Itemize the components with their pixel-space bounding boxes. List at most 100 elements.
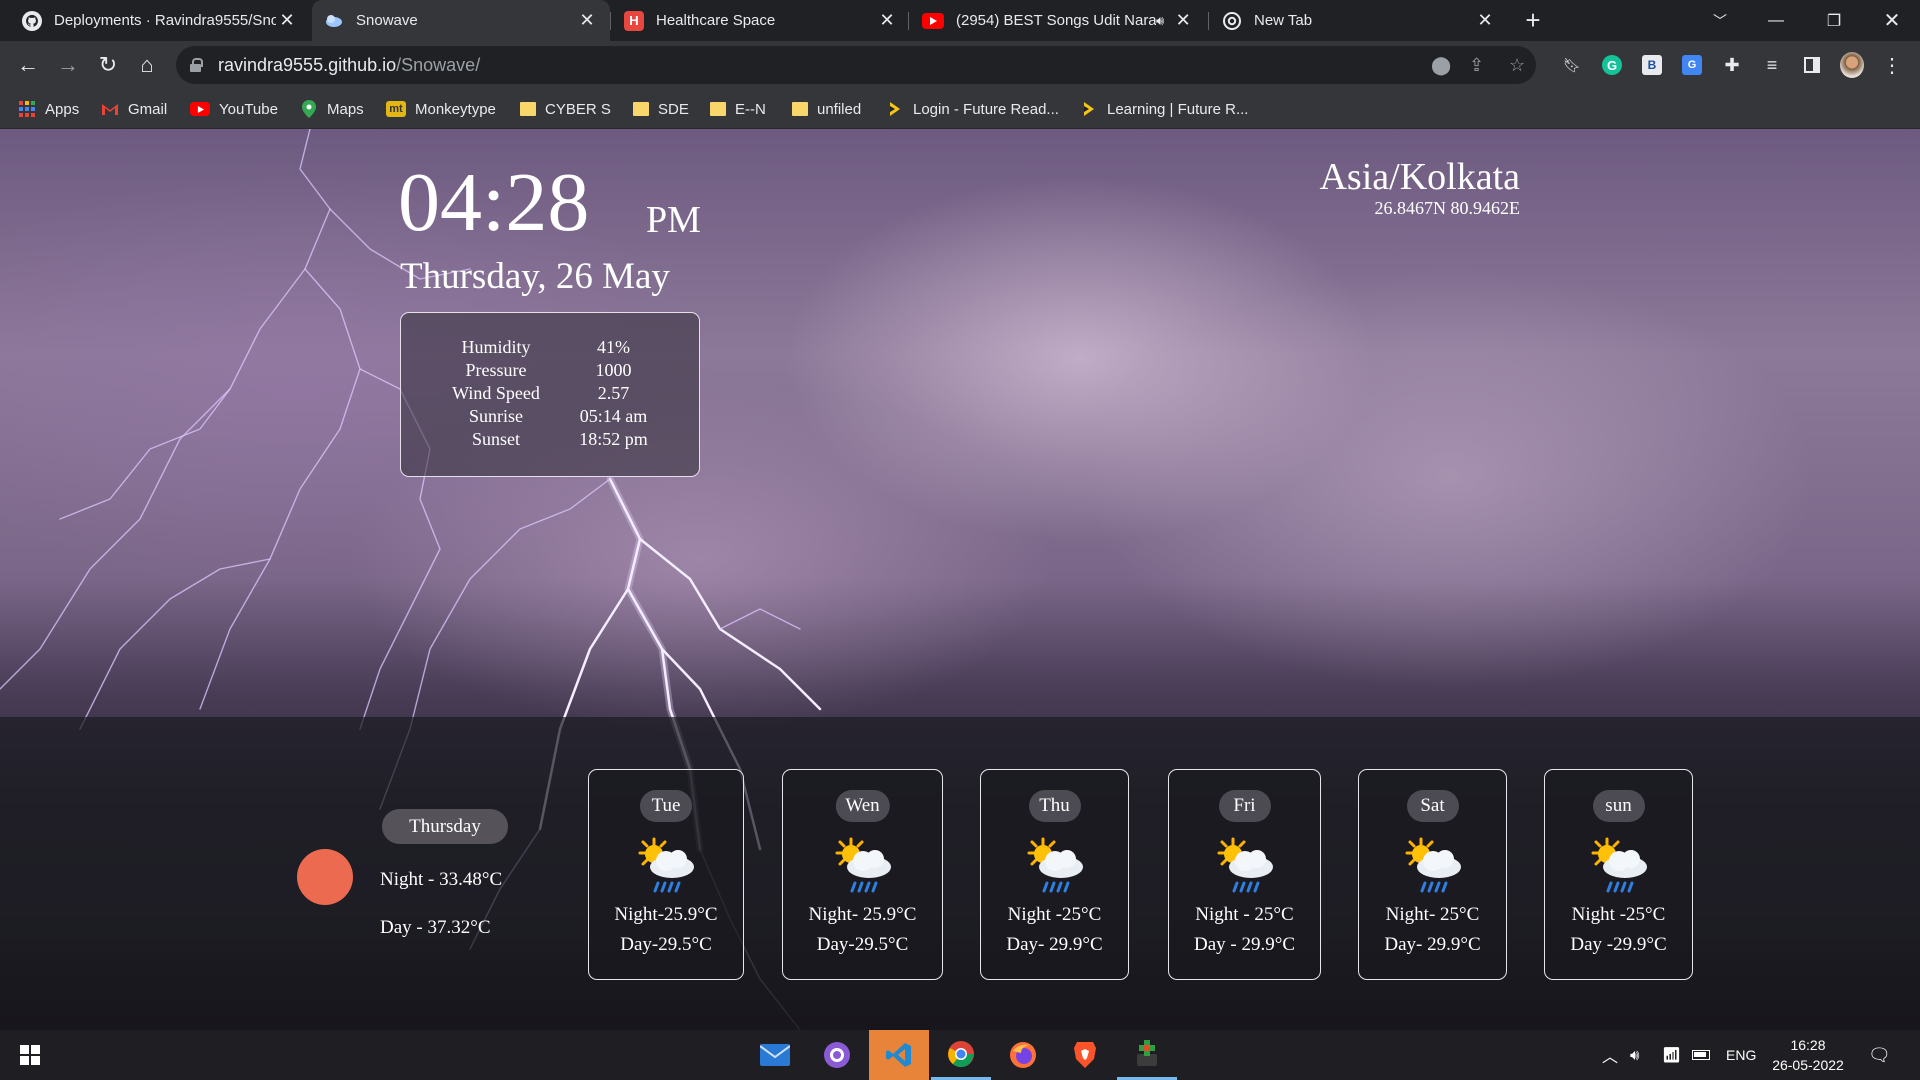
forecast-card-thu: Thu Night -25°C Day- 29.9°C xyxy=(980,769,1129,980)
tab-close-icon[interactable]: ✕ xyxy=(1172,10,1194,31)
forecast-night-temp: Night -25°C xyxy=(1007,904,1102,925)
github-desktop-icon[interactable] xyxy=(807,1030,867,1080)
tab-separator xyxy=(1208,12,1209,30)
forecast-card-fri: Fri Night - 25°C Day - 29.9°C xyxy=(1168,769,1321,980)
detail-wind-speed: Wind Speed 2.57 xyxy=(441,383,661,406)
forecast-card-sat: Sat Night- 25°C Day- 29.9°C xyxy=(1358,769,1507,980)
start-windows-icon[interactable] xyxy=(0,1030,60,1080)
bookmark-monkeytype[interactable]: mt Monkeytype xyxy=(386,89,496,129)
address-bar[interactable]: ravindra9555.github.io/Snowave/ ⬤ ⇪ ☆ xyxy=(176,46,1536,84)
home-icon[interactable]: ⌂ xyxy=(131,49,163,81)
new-tab-button[interactable]: + xyxy=(1518,5,1548,35)
bookmark-maps[interactable]: Maps xyxy=(300,89,364,129)
notification-icon[interactable]: 🗨︎ xyxy=(1868,1030,1891,1080)
minimize-button[interactable]: — xyxy=(1748,0,1804,41)
forecast-day-temp: Day - 29.9°C xyxy=(1193,934,1295,955)
today-day-temp: Day - 37.32°C xyxy=(380,917,491,938)
partly-cloudy-rain-icon xyxy=(1027,837,1083,893)
detail-value: 2.57 xyxy=(597,383,630,403)
forward-arrow-icon[interactable]: → xyxy=(52,49,84,81)
tab-close-icon[interactable]: ✕ xyxy=(1474,10,1496,31)
monkeytype-icon: mt xyxy=(386,101,406,117)
tab-close-icon[interactable]: ✕ xyxy=(876,10,898,31)
wifi-icon[interactable]: 📶︎ xyxy=(1662,1030,1681,1080)
future-ready-icon xyxy=(886,101,904,117)
tab-search-chevron-icon[interactable]: ﹀ xyxy=(1692,0,1748,41)
mail-icon[interactable] xyxy=(745,1030,805,1080)
volume-icon[interactable]: 🔊︎ xyxy=(1630,1030,1639,1080)
forecast-day-temp: Day-29.5°C xyxy=(816,934,909,955)
tab-snowave[interactable]: Snowave ✕ xyxy=(312,0,610,41)
forecast-day-temp: Day- 29.9°C xyxy=(1384,934,1481,955)
time-ampm: PM xyxy=(646,199,701,241)
time-hours-minutes: 04:28 xyxy=(398,156,590,249)
taskbar-clock[interactable]: 16:28 26-05-2022 xyxy=(1768,1030,1848,1080)
gmail-icon xyxy=(101,101,119,117)
forecast-day-temp: Day- 29.9°C xyxy=(1006,934,1103,955)
forecast-day-temp: Day -29.9°C xyxy=(1570,934,1667,955)
detail-pressure: Pressure 1000 xyxy=(441,360,661,383)
detail-label: Sunset xyxy=(471,429,520,449)
bookmark-star-icon[interactable]: ☆ xyxy=(1509,55,1525,76)
url-text[interactable]: ravindra9555.github.io/Snowave/ xyxy=(218,55,480,76)
speaker-icon[interactable]: 🔊︎ xyxy=(1156,13,1164,29)
tab-close-icon[interactable]: ✕ xyxy=(276,10,298,31)
detail-label: Wind Speed xyxy=(452,383,540,403)
language-indicator[interactable]: ENG xyxy=(1726,1030,1756,1080)
profile-avatar[interactable] xyxy=(1840,52,1864,78)
bookmark-youtube[interactable]: YouTube xyxy=(190,89,278,129)
bookmark-learning-future-ready[interactable]: Learning | Future R... xyxy=(1080,89,1248,129)
tab-new-tab[interactable]: New Tab ✕ xyxy=(1210,0,1508,41)
chrome-icon[interactable] xyxy=(931,1030,991,1080)
browser-toolbar: ← → ↻ ⌂ ravindra9555.github.io/Snowave/ … xyxy=(0,41,1920,89)
forecast-day-temp: Day-29.5°C xyxy=(620,934,712,955)
forecast-night-temp: Night- 25°C xyxy=(1385,904,1480,925)
grammarly-icon[interactable]: G xyxy=(1600,53,1624,77)
vscode-icon[interactable] xyxy=(869,1030,929,1080)
extension-b-icon[interactable]: B xyxy=(1640,53,1664,77)
tab-youtube-songs[interactable]: (2954) BEST Songs Udit Narayan 🔊︎ ✕ xyxy=(910,0,1208,41)
bookmark-folder-e-n[interactable]: E--N xyxy=(710,89,766,129)
bookmark-label: unfiled xyxy=(817,100,862,118)
forecast-day-pill: Thu xyxy=(1028,790,1081,822)
brave-icon[interactable] xyxy=(1055,1030,1115,1080)
bookmark-login-future-ready[interactable]: Login - Future Read... xyxy=(886,89,1059,129)
firefox-icon[interactable] xyxy=(993,1030,1053,1080)
bookmark-folder-unfiled[interactable]: unfiled xyxy=(792,89,861,129)
share-icon[interactable]: ⇪ xyxy=(1469,55,1484,76)
reload-icon[interactable]: ↻ xyxy=(92,49,124,81)
restore-button[interactable]: ❐ xyxy=(1806,0,1862,41)
detail-humidity: Humidity 41% xyxy=(441,337,661,360)
tray-chevron-up-icon[interactable]: ︿ xyxy=(1602,1030,1618,1080)
tab-close-icon[interactable]: ✕ xyxy=(576,10,598,31)
back-arrow-icon[interactable]: ← xyxy=(12,49,44,81)
location-pin-icon[interactable]: ⬤ xyxy=(1431,55,1451,76)
bookmark-apps[interactable]: Apps xyxy=(18,89,79,129)
tab-title: Snowave xyxy=(356,12,418,29)
battery-icon[interactable] xyxy=(1692,1030,1710,1080)
reading-list-bookmark-icon[interactable]: 🔖︎ xyxy=(1560,53,1584,77)
weather-details-box: Humidity 41% Pressure 1000 Wind Speed 2.57 … xyxy=(400,312,700,477)
kebab-menu-icon[interactable]: ⋮ xyxy=(1880,53,1904,77)
google-translate-icon[interactable]: G xyxy=(1680,53,1704,77)
side-panel-icon[interactable] xyxy=(1800,53,1824,77)
forecast-night-temp: Night -25°C xyxy=(1571,904,1666,925)
bookmark-folder-cyber-s[interactable]: CYBER S xyxy=(520,89,611,129)
bookmark-folder-sde[interactable]: SDE xyxy=(633,89,689,129)
today-night-temp: Night - 33.48°C xyxy=(380,869,503,890)
forecast-day-pill: Tue xyxy=(640,790,692,822)
lock-icon[interactable] xyxy=(190,58,203,72)
forecast-night-temp: Night - 25°C xyxy=(1195,904,1294,925)
extensions-puzzle-icon[interactable]: ✚ xyxy=(1720,53,1744,77)
folder-icon xyxy=(520,102,536,116)
maps-pin-icon xyxy=(300,100,318,118)
tab-healthcare-space[interactable]: H Healthcare Space ✕ xyxy=(612,0,910,41)
app-plus-icon[interactable] xyxy=(1117,1030,1177,1080)
apps-grid-icon xyxy=(18,101,36,117)
close-window-button[interactable]: ✕ xyxy=(1864,0,1920,41)
tab-deployments[interactable]: Deployments · Ravindra9555/Snowave ✕ xyxy=(10,0,310,41)
detail-label: Pressure xyxy=(465,360,527,380)
current-time: 04:28 PM xyxy=(398,156,701,249)
bookmark-gmail[interactable]: Gmail xyxy=(101,89,167,129)
media-queue-icon[interactable]: ≡ xyxy=(1760,53,1784,77)
